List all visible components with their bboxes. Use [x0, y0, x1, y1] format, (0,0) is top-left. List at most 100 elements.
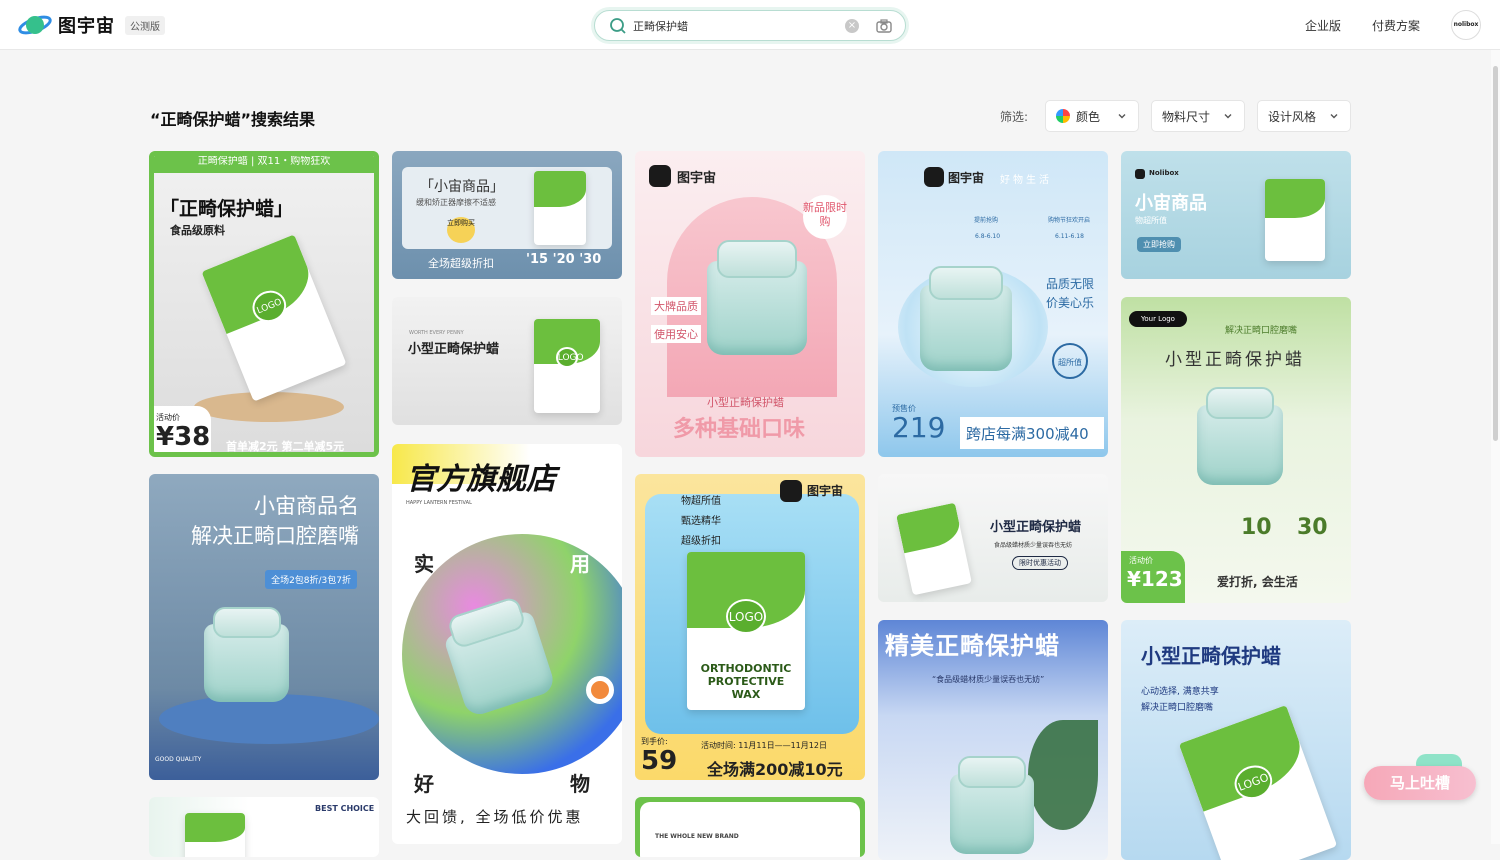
slogan-one: 品质无限	[1046, 277, 1095, 291]
label-one: 大牌品质	[651, 297, 701, 315]
pricing-link[interactable]: 付费方案	[1372, 17, 1420, 34]
coupon-two: 30	[1297, 515, 1328, 540]
result-card[interactable]: Your Logo 解决正畸口腔磨嘴 小型正畸保护蜡 10 30 活动价 ¥12…	[1121, 297, 1351, 603]
card-subtitle: “食品级蜡材质少量误吞也无妨”	[932, 675, 1045, 684]
clear-search-icon[interactable]: ×	[845, 19, 859, 33]
date-value-one: 6.8-6.10	[975, 233, 1001, 240]
brand-logo: Your Logo	[1129, 311, 1187, 327]
search-icon	[610, 18, 626, 34]
search-input[interactable]	[633, 17, 833, 35]
card-subtitle: 小型正畸保护蜡	[707, 396, 784, 409]
price: ¥123	[1127, 567, 1183, 591]
product-box: LOGO	[1178, 705, 1338, 860]
subtitle-two: 解决正畸口腔磨嘴	[1141, 703, 1214, 713]
buy-button[interactable]: 立即购买	[447, 217, 475, 243]
festival-caption: HAPPY LANTERN FESTIVAL	[406, 500, 472, 506]
planet-logo-icon	[18, 15, 52, 35]
card-subtitle: 物超所值	[1135, 216, 1167, 225]
buy-button[interactable]: 立即抢购	[1137, 237, 1181, 252]
brand-name: Nolibox	[1149, 169, 1179, 177]
product-case	[920, 266, 1012, 371]
word-a: 实	[414, 552, 434, 576]
card-title: 「小宙商品」	[420, 179, 504, 195]
search-bar[interactable]: ×	[594, 10, 906, 41]
brand-name: 图宇宙	[677, 171, 717, 186]
small-caption: WORTH EVERY PENNY	[409, 330, 464, 336]
result-card[interactable]: BEST CHOICE	[149, 797, 379, 857]
slogan-two: 价美心乐	[1046, 296, 1095, 310]
footer-text: GOOD QUALITY	[155, 756, 202, 763]
result-card[interactable]: Nolibox 小宙商品 物超所值 立即抢购	[1121, 151, 1351, 279]
card-title: 小型正畸保护蜡	[990, 520, 1082, 535]
filter-color-label: 颜色	[1076, 109, 1101, 124]
scrollbar-thumb[interactable]	[1493, 66, 1498, 441]
card-title: 小型正畸保护蜡	[1165, 350, 1305, 370]
podium	[194, 392, 344, 422]
product-case	[707, 240, 807, 355]
card-title: 小型正畸保护蜡	[1141, 644, 1281, 668]
feature-one: 物超所值	[681, 496, 721, 507]
card-title: 精美正畸保护蜡	[885, 632, 1060, 660]
top-header: 图宇宙 公测版 × 企业版 付费方案 nolibox	[0, 0, 1500, 50]
filter-style-dropdown[interactable]: 设计风格	[1257, 100, 1351, 132]
filter-color-dropdown[interactable]: 颜色	[1045, 100, 1139, 132]
date-label-one: 提前抢购	[974, 217, 999, 224]
promo-text: 全场满200减10元	[707, 760, 843, 779]
result-card[interactable]: 官方旗舰店 HAPPY LANTERN FESTIVAL 实 用 好 物 大回馈…	[392, 444, 622, 844]
page-scrollbar[interactable]	[1491, 50, 1500, 844]
brand-name: 图宇宙	[948, 171, 985, 185]
product-case	[950, 756, 1034, 854]
app-name: 图宇宙	[58, 16, 115, 37]
card-title: 「正畸保护蜡」	[160, 198, 294, 220]
price-label: 活动价	[1129, 556, 1153, 565]
word-b: 用	[570, 552, 590, 576]
result-card[interactable]: 图宇宙 物超所值 甄选精华 超级折扣 LOGO ORTHODONTIC PROT…	[635, 474, 865, 780]
result-card[interactable]: 「小宙商品」 缓和矫正器摩擦不适感 立即购买 全场超级折扣 '15 '20 '3…	[392, 151, 622, 279]
label-two: 使用安心	[651, 325, 701, 343]
result-card[interactable]: 小型正畸保护蜡 心动选择, 满意共享 解决正畸口腔磨嘴 LOGO	[1121, 620, 1351, 860]
result-card[interactable]: WORTH EVERY PENNY 小型正畸保护蜡 LOGO	[392, 297, 622, 425]
avatar[interactable]: nolibox	[1451, 10, 1481, 40]
chevron-down-icon	[1330, 114, 1338, 119]
product-box: LOGO ORTHODONTIC PROTECTIVE WAX	[687, 552, 805, 710]
filter-size-label: 物料尺寸	[1162, 109, 1211, 124]
word-d: 物	[570, 772, 590, 796]
card-subtitle: 解决正畸口腔磨嘴	[1225, 326, 1298, 336]
enterprise-link[interactable]: 企业版	[1305, 17, 1341, 34]
result-card[interactable]: 精美正畸保护蜡 “食品级蜡材质少量误吞也无妨”	[878, 620, 1108, 860]
coupon-one: 10	[1241, 515, 1272, 540]
product-box: LOGO	[201, 234, 347, 402]
price: 59	[641, 746, 678, 776]
feedback-button[interactable]: 马上吐槽	[1364, 766, 1476, 800]
result-card[interactable]: 小型正畸保护蜡 食品级蜡材质少量误吞也无妨 限时优惠活动	[878, 474, 1108, 602]
card-label: BEST CHOICE	[315, 804, 375, 813]
result-card[interactable]: 图宇宙 新品限时购 大牌品质 使用安心 小型正畸保护蜡 多种基础口味	[635, 151, 865, 457]
card-banner: 正畸保护蜡 | 双11・购物狂欢	[154, 156, 374, 173]
filter-label: 筛选:	[1000, 110, 1029, 124]
page-title: “正畸保护蜡”搜索结果	[150, 110, 316, 129]
app-logo[interactable]: 图宇宙 公测版	[18, 11, 165, 39]
result-card[interactable]: 正畸保护蜡 | 双11・购物狂欢 「正畸保护蜡」 食品级原料 LOGO 活动价 …	[149, 151, 379, 457]
card-label: THE WHOLE NEW BRAND	[655, 833, 739, 840]
card-title: 小宙商品名	[254, 494, 359, 518]
card-subtitle: 食品级原料	[170, 224, 225, 237]
feature-two: 甄选精华	[681, 516, 721, 527]
result-card[interactable]: THE WHOLE NEW BRAND	[635, 797, 865, 857]
result-card[interactable]: 小宙商品名 解决正畸口腔磨嘴 全场2包8折/3包7折 GOOD QUALITY	[149, 474, 379, 780]
promo-text: 跨店每满300减40	[966, 425, 1089, 443]
camera-icon[interactable]	[875, 17, 893, 35]
result-card[interactable]: 图宇宙 好物生活 提前抢购 6.8-6.10 购物节狂欢开启 6.11-6.18…	[878, 151, 1108, 457]
filter-size-dropdown[interactable]: 物料尺寸	[1151, 100, 1245, 132]
card-title: 小宙商品	[1135, 193, 1207, 214]
promo-badge: 全场2包8折/3包7折	[265, 570, 357, 589]
date-value-two: 6.11-6.18	[1055, 233, 1084, 240]
card-subtitle: 解决正畸口腔磨嘴	[191, 524, 359, 548]
event-date: 活动时间: 11月11日——11月12日	[701, 741, 827, 750]
promo-button[interactable]: 限时优惠活动	[1012, 556, 1068, 570]
value-badge: 超所值	[1052, 343, 1088, 379]
beta-badge: 公测版	[125, 15, 165, 35]
discount-numbers: '15 '20 '30	[526, 252, 602, 267]
chevron-down-icon	[1224, 114, 1232, 119]
card-subtitle: 缓和矫正器摩擦不适感	[416, 198, 496, 207]
new-badge: 新品限时购	[803, 195, 847, 239]
